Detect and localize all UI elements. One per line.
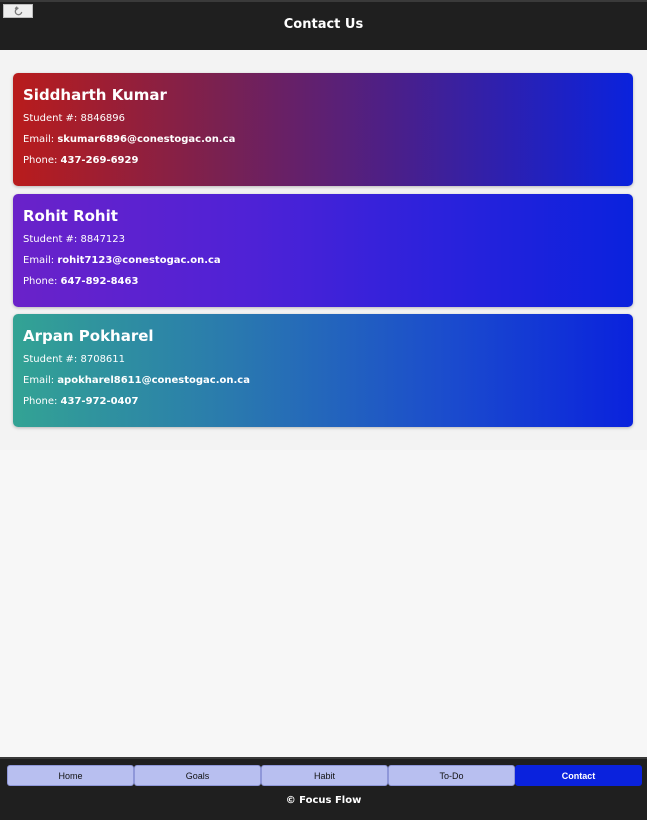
phone-row: Phone: 647-892-8463 — [23, 275, 623, 289]
student-number-value: 8708611 — [80, 354, 126, 365]
contact-name: Arpan Pokharel — [23, 327, 154, 345]
phone-label: Phone: — [23, 276, 58, 287]
email-value[interactable]: skumar6896@conestogac.on.ca — [57, 134, 235, 145]
email-label: Email: — [23, 375, 55, 386]
back-button[interactable] — [3, 4, 33, 18]
bottom-nav: Home Goals Habit To-Do Contact — [7, 765, 642, 786]
student-number-value: 8847123 — [80, 234, 126, 245]
email-row: Email: apokharel8611@conestogac.on.ca — [23, 374, 623, 388]
student-number-row: Student #: 8708611 — [23, 353, 623, 367]
contact-card: Rohit Rohit Student #: 8847123 Email: ro… — [13, 194, 633, 307]
student-number-label: Student #: — [23, 234, 78, 245]
nav-home-button[interactable]: Home — [7, 765, 134, 786]
back-arrow-icon — [14, 5, 22, 15]
student-number-label: Student #: — [23, 354, 78, 365]
phone-value[interactable]: 437-972-0407 — [61, 396, 139, 407]
contact-card: Arpan Pokharel Student #: 8708611 Email:… — [13, 314, 633, 427]
nav-todo-button[interactable]: To-Do — [388, 765, 515, 786]
contact-name: Rohit Rohit — [23, 207, 118, 225]
student-number-value: 8846896 — [80, 113, 126, 124]
email-row: Email: skumar6896@conestogac.on.ca — [23, 133, 623, 147]
app-header: Contact Us — [0, 0, 647, 50]
phone-label: Phone: — [23, 396, 58, 407]
nav-contact-button[interactable]: Contact — [515, 765, 642, 786]
email-label: Email: — [23, 255, 55, 266]
email-row: Email: rohit7123@conestogac.on.ca — [23, 254, 623, 268]
nav-goals-button[interactable]: Goals — [134, 765, 261, 786]
footer-copyright: © Focus Flow — [285, 795, 362, 806]
email-label: Email: — [23, 134, 55, 145]
phone-row: Phone: 437-972-0407 — [23, 395, 623, 409]
email-value[interactable]: rohit7123@conestogac.on.ca — [57, 255, 220, 266]
student-number-row: Student #: 8847123 — [23, 233, 623, 247]
contact-list: Siddharth Kumar Student #: 8846896 Email… — [0, 50, 647, 450]
student-number-label: Student #: — [23, 113, 78, 124]
contact-card: Siddharth Kumar Student #: 8846896 Email… — [13, 73, 633, 186]
app-footer: Home Goals Habit To-Do Contact © Focus F… — [0, 757, 647, 820]
student-number-row: Student #: 8846896 — [23, 112, 623, 126]
nav-habit-button[interactable]: Habit — [261, 765, 388, 786]
contact-name: Siddharth Kumar — [23, 86, 167, 104]
email-value[interactable]: apokharel8611@conestogac.on.ca — [57, 375, 250, 386]
phone-value[interactable]: 647-892-8463 — [61, 276, 139, 287]
phone-row: Phone: 437-269-6929 — [23, 154, 623, 168]
phone-label: Phone: — [23, 155, 58, 166]
phone-value[interactable]: 437-269-6929 — [61, 155, 139, 166]
page-title: Contact Us — [283, 17, 364, 32]
